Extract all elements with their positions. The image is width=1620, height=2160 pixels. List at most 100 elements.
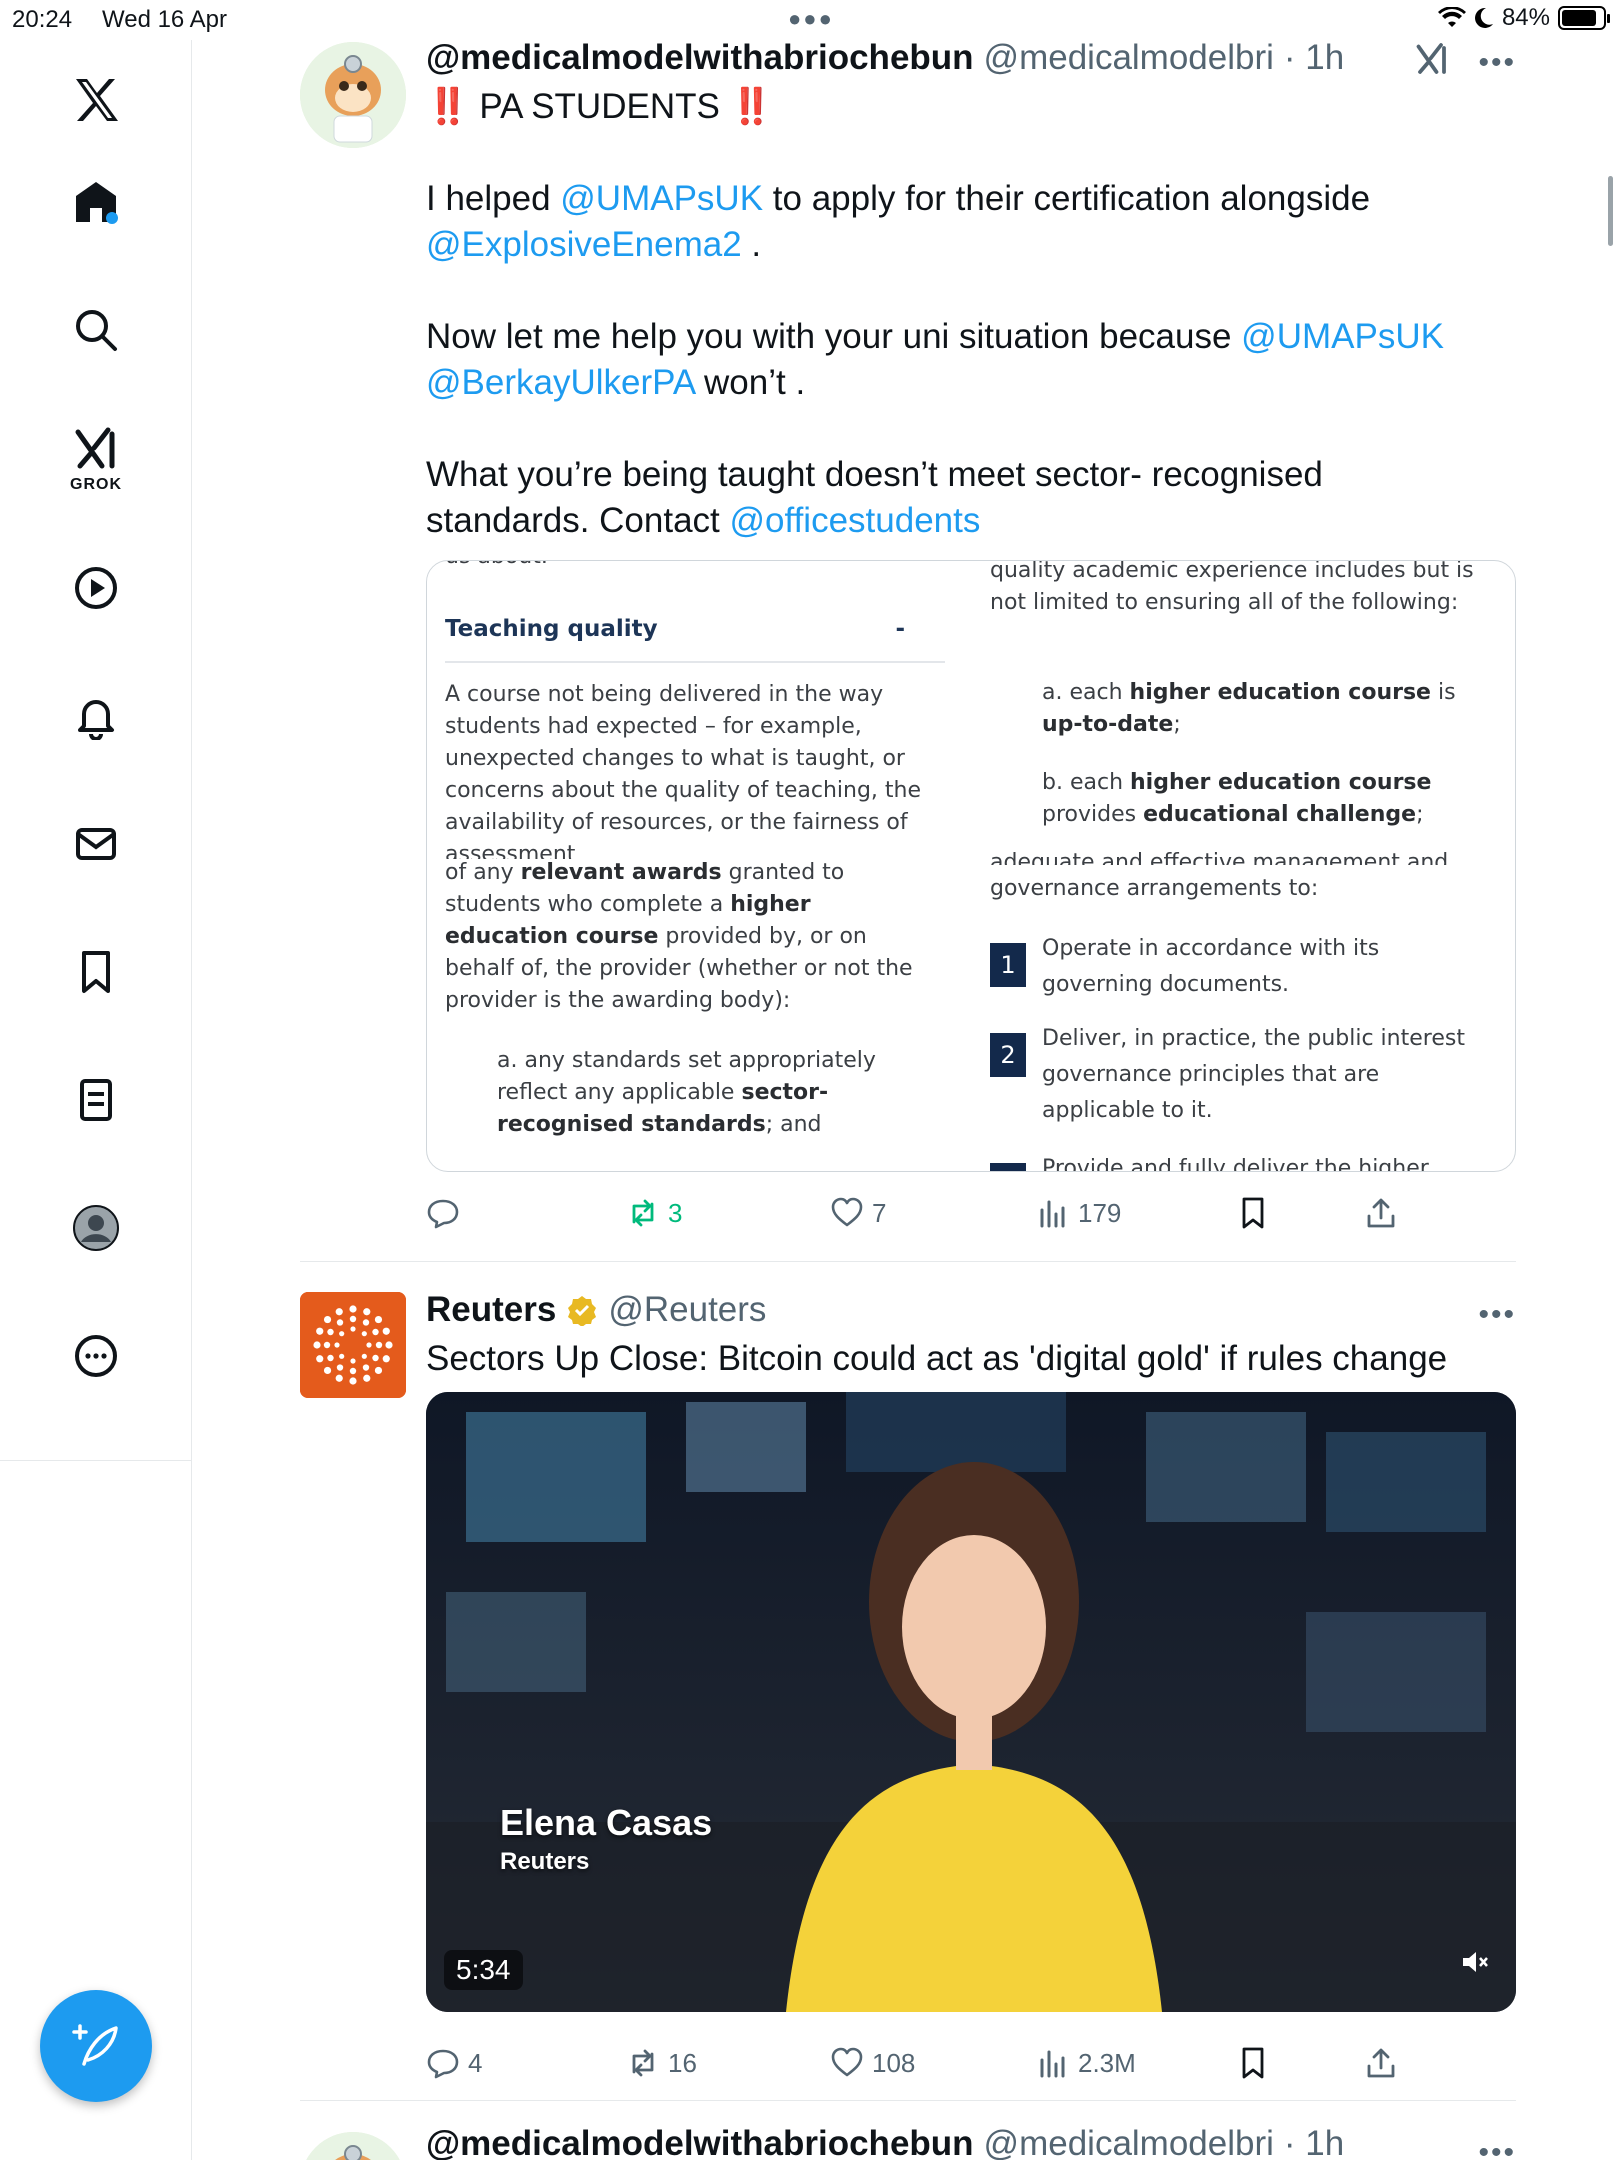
heart-icon — [831, 2047, 863, 2077]
grok-explain-icon[interactable] — [1414, 42, 1450, 83]
doc-heading-text: Teaching quality — [445, 616, 658, 642]
more-options-icon[interactable]: ••• — [1478, 1298, 1516, 1332]
text: . — [741, 225, 762, 264]
bookmark-button[interactable] — [1236, 2046, 1270, 2080]
like-count: 108 — [872, 2047, 916, 2078]
tweet-medicalmodel[interactable]: @medicalmodelwithabriochebun @medicalmod… — [300, 38, 1516, 1258]
like-button[interactable]: 7 — [830, 1196, 886, 1230]
bookmarks-icon[interactable] — [56, 932, 136, 1012]
profile-avatar-icon[interactable] — [56, 1188, 136, 1268]
doc-left-column: us about. Teaching quality - A course not… — [427, 561, 972, 1171]
doc-governance-text: governance arrangements to: — [990, 876, 1319, 901]
bookmark-button[interactable] — [1236, 1196, 1270, 1230]
video-player[interactable]: Elena Casas Reuters 5:34 — [426, 1392, 1516, 2012]
more-options-icon[interactable]: ••• — [1478, 2136, 1516, 2160]
collapse-dash: - — [895, 616, 905, 642]
status-bar: 20:24 Wed 16 Apr ●●● 84% — [0, 0, 1620, 40]
text: provides — [1042, 802, 1144, 827]
doc-cut-text: adequate and effective management and — [990, 850, 1449, 865]
status-indicators: 84% — [1437, 4, 1610, 32]
tweet-divider — [300, 2100, 1516, 2101]
tweet-time[interactable]: · 1h — [1284, 2124, 1344, 2160]
text: higher education course — [1129, 680, 1431, 705]
mention-link[interactable]: @BerkayUlkerPA — [426, 363, 694, 402]
doc-number-badge: 2 — [990, 1033, 1026, 1077]
text: I helped — [426, 179, 561, 218]
verified-gold-badge-icon — [568, 1296, 597, 1326]
repost-button[interactable]: 3 — [626, 1196, 682, 1230]
author-name[interactable]: Reuters — [426, 1290, 556, 1330]
avatar[interactable] — [300, 42, 406, 148]
double-exclamation-emoji: ‼️ — [729, 87, 774, 126]
video-frame — [426, 1392, 1516, 2012]
author-handle[interactable]: @medicalmodelbri — [984, 38, 1274, 78]
do-not-disturb-moon-icon — [1474, 7, 1493, 28]
text: to apply for their certification alongsi… — [763, 179, 1371, 218]
like-button[interactable]: 108 — [830, 2046, 915, 2080]
author-handle[interactable]: @medicalmodelbri — [984, 2124, 1274, 2160]
mention-link[interactable]: @UMAPsUK — [560, 179, 763, 218]
notifications-bell-icon[interactable] — [56, 676, 136, 756]
heart-icon — [831, 1197, 863, 1227]
like-count: 7 — [872, 1197, 887, 1228]
battery-percent: 84% — [1501, 4, 1550, 31]
video-duration: 5:34 — [444, 1950, 523, 1990]
views-bar-chart-icon — [1040, 1200, 1065, 1228]
reply-icon — [427, 2049, 459, 2079]
doc-item-a: a. each higher education course is up-to… — [1042, 677, 1462, 741]
doc-number-badge: 1 — [990, 943, 1026, 987]
text: ; — [1173, 712, 1181, 737]
views-bar-chart-icon — [1040, 2050, 1065, 2078]
tweet-text: ‼️ PA STUDENTS ‼️ I helped @UMAPsUK to a… — [426, 84, 1496, 544]
bookmark-icon — [1242, 2047, 1264, 2079]
view-count: 179 — [1078, 1197, 1122, 1228]
mention-link[interactable]: @officestudents — [730, 501, 981, 540]
scrollbar[interactable] — [1608, 176, 1613, 246]
tweet-reuters[interactable]: Reuters @Reuters ••• Sectors Up Close: B… — [300, 1290, 1516, 2090]
compose-feather-plus-icon — [72, 2024, 118, 2066]
avatar[interactable] — [300, 2132, 406, 2160]
sidebar-divider — [0, 1460, 192, 1461]
attached-document-image[interactable]: us about. Teaching quality - A course not… — [426, 560, 1516, 1172]
home-icon[interactable] — [56, 162, 136, 242]
tweet-time[interactable]: · 1h — [1284, 38, 1344, 78]
x-logo-icon[interactable] — [56, 60, 136, 140]
more-options-icon[interactable]: ••• — [1478, 46, 1516, 80]
tweet-text: Sectors Up Close: Bitcoin could act as '… — [426, 1339, 1448, 1378]
tweet-paragraph-4: What you’re being taught doesn’t meet se… — [426, 452, 1496, 544]
mute-icon[interactable] — [1460, 1947, 1490, 1982]
share-button[interactable] — [1364, 1196, 1398, 1230]
text: Now let me help you with your uni situat… — [426, 317, 1242, 356]
compose-post-button[interactable] — [40, 1990, 152, 2102]
lists-icon[interactable] — [56, 1060, 136, 1140]
mention-link[interactable]: @ExplosiveEnema2 — [426, 225, 742, 264]
repost-button[interactable]: 16 — [626, 2046, 697, 2080]
video-caption-name: Elena Casas — [500, 1802, 713, 1843]
author-name[interactable]: @medicalmodelwithabriochebun — [426, 2124, 974, 2160]
mention-link[interactable]: @UMAPsUK — [1241, 317, 1444, 356]
doc-item-b: b. each higher education course provides… — [1042, 767, 1462, 831]
reply-button[interactable]: 4 — [426, 2046, 482, 2080]
status-date: Wed 16 Apr — [102, 6, 227, 33]
messages-envelope-icon[interactable] — [56, 804, 136, 884]
share-button[interactable] — [1364, 2046, 1398, 2080]
reply-button[interactable] — [426, 1196, 468, 1230]
multitasking-dots-icon[interactable]: ●●● — [788, 6, 834, 32]
tweet-paragraph-3: Now let me help you with your uni situat… — [426, 314, 1496, 406]
tweet-headline: PA STUDENTS — [479, 87, 720, 126]
author-handle[interactable]: @Reuters — [608, 1290, 766, 1330]
search-icon[interactable] — [56, 290, 136, 370]
tweet-header: @medicalmodelwithabriochebun @medicalmod… — [426, 2124, 1344, 2160]
video-icon[interactable] — [56, 548, 136, 628]
doc-numbered-item: Deliver, in practice, the public interes… — [1042, 1026, 1465, 1123]
views-button[interactable]: 2.3M — [1036, 2046, 1136, 2080]
tweet-medicalmodel-2[interactable]: @medicalmodelwithabriochebun @medicalmod… — [300, 2124, 1516, 2160]
reuters-logo-avatar[interactable] — [300, 1292, 406, 1398]
text: b. each — [1042, 770, 1130, 795]
video-caption-org: Reuters — [500, 1848, 590, 1875]
views-button[interactable]: 179 — [1036, 1196, 1121, 1230]
more-options-icon[interactable] — [56, 1316, 136, 1396]
author-name[interactable]: @medicalmodelwithabriochebun — [426, 38, 974, 78]
doc-number-badge — [990, 1163, 1026, 1171]
tweet-divider — [300, 1261, 1516, 1262]
